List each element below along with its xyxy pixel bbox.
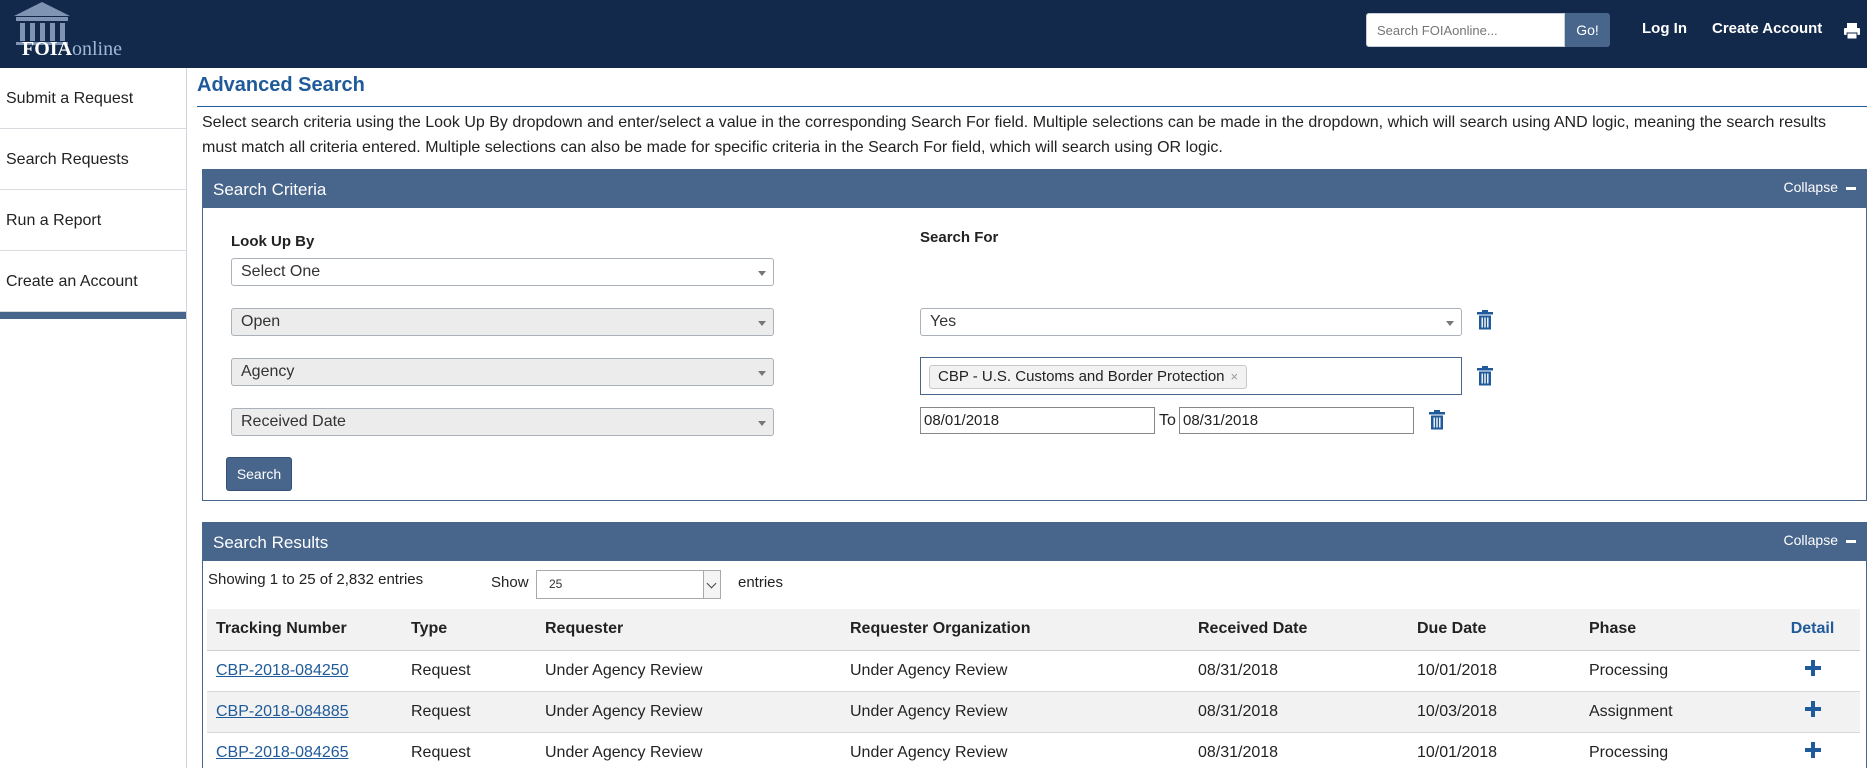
cell-requester: Under Agency Review (536, 732, 841, 768)
chevron-down-icon (758, 271, 766, 276)
cell-phase: Processing (1580, 650, 1765, 692)
lookup-select-agency[interactable]: Agency (231, 358, 774, 386)
cell-requester: Under Agency Review (536, 691, 841, 733)
date-to-label: To (1159, 412, 1176, 429)
tracking-link[interactable]: CBP-2018-084250 (216, 662, 349, 679)
table-row: CBP-2018-084885 Request Under Agency Rev… (207, 691, 1860, 733)
top-header: FOIAonline Go! Log In Create Account (0, 0, 1867, 68)
date-to-input[interactable]: 08/31/2018 (1179, 407, 1414, 434)
tracking-link[interactable]: CBP-2018-084885 (216, 703, 349, 720)
column-header-phase[interactable]: Phase (1580, 609, 1765, 651)
page-size-select[interactable]: 25 (536, 570, 721, 599)
open-value-select[interactable]: Yes (920, 308, 1462, 336)
sidebar-nav: Submit a Request Search Requests Run a R… (0, 68, 187, 768)
show-label: Show (491, 574, 529, 591)
cell-tracking: CBP-2018-084265 (207, 732, 402, 768)
agency-tag-input[interactable]: CBP - U.S. Customs and Border Protection… (920, 357, 1462, 395)
site-search-input[interactable] (1366, 13, 1565, 47)
cell-requester: Under Agency Review (536, 650, 841, 692)
chevron-down-icon (758, 371, 766, 376)
cell-received: 08/31/2018 (1189, 650, 1408, 692)
chevron-down-icon (1446, 321, 1454, 326)
cell-org: Under Agency Review (841, 732, 1189, 768)
page-title: Advanced Search (197, 74, 365, 96)
sidebar-item-submit-request[interactable]: Submit a Request (0, 68, 186, 129)
lookup-select-received-date[interactable]: Received Date (231, 408, 774, 436)
results-collapse-button[interactable]: Collapse (1784, 532, 1856, 548)
trash-icon[interactable] (1477, 366, 1493, 386)
cell-tracking: CBP-2018-084885 (207, 691, 402, 733)
trash-icon[interactable] (1477, 310, 1493, 330)
plus-icon[interactable] (1804, 742, 1821, 758)
column-header-requester[interactable]: Requester (536, 609, 841, 651)
table-row: CBP-2018-084265 Request Under Agency Rev… (207, 732, 1860, 768)
cell-detail (1765, 650, 1860, 692)
search-results-title: Search Results (213, 533, 329, 552)
cell-detail (1765, 691, 1860, 733)
cell-received: 08/31/2018 (1189, 691, 1408, 733)
plus-icon[interactable] (1804, 701, 1821, 717)
sidebar-item-create-account[interactable]: Create an Account (0, 251, 186, 312)
sidebar-item-search-requests[interactable]: Search Requests (0, 129, 186, 190)
tracking-link[interactable]: CBP-2018-084265 (216, 744, 349, 761)
go-button[interactable]: Go! (1565, 13, 1610, 47)
tag-remove-icon[interactable]: × (1231, 369, 1239, 384)
title-divider (197, 106, 1867, 107)
cell-type: Request (402, 650, 536, 692)
chevron-down-icon (758, 421, 766, 426)
search-for-label: Search For (920, 229, 999, 246)
logo-wordmark[interactable]: FOIAonline (22, 38, 122, 61)
plus-icon[interactable] (1804, 660, 1821, 676)
minus-icon (1846, 539, 1856, 543)
column-header-org[interactable]: Requester Organization (841, 609, 1189, 651)
login-link[interactable]: Log In (1642, 20, 1687, 37)
sidebar-accent-bar (0, 312, 186, 319)
column-header-detail: Detail (1765, 609, 1860, 651)
chevron-down-icon (758, 321, 766, 326)
cell-tracking: CBP-2018-084250 (207, 650, 402, 692)
trash-icon[interactable] (1429, 410, 1445, 430)
search-button[interactable]: Search (226, 457, 292, 491)
intro-text: Select search criteria using the Look Up… (202, 114, 1826, 156)
cell-org: Under Agency Review (841, 691, 1189, 733)
cell-received: 08/31/2018 (1189, 732, 1408, 768)
cell-detail (1765, 732, 1860, 768)
agency-tag: CBP - U.S. Customs and Border Protection… (929, 365, 1248, 389)
sidebar-item-run-report[interactable]: Run a Report (0, 190, 186, 251)
cell-due: 10/01/2018 (1408, 650, 1580, 692)
results-count-text: Showing 1 to 25 of 2,832 entries (208, 571, 424, 588)
cell-type: Request (402, 691, 536, 733)
cell-org: Under Agency Review (841, 650, 1189, 692)
criteria-collapse-button[interactable]: Collapse (1784, 179, 1856, 195)
search-results-header: Search Results Collapse (203, 523, 1866, 561)
cell-phase: Assignment (1580, 691, 1765, 733)
minus-icon (1846, 186, 1856, 190)
search-criteria-title: Search Criteria (213, 180, 327, 199)
date-from-input[interactable]: 08/01/2018 (920, 407, 1155, 434)
search-criteria-header: Search Criteria Collapse (203, 170, 1866, 208)
column-header-type[interactable]: Type (402, 609, 536, 651)
results-table: Tracking Number Type Requester Requester… (207, 609, 1860, 768)
column-header-due[interactable]: Due Date (1408, 609, 1580, 651)
column-header-tracking[interactable]: Tracking Number (207, 609, 402, 651)
cell-due: 10/01/2018 (1408, 732, 1580, 768)
chevron-down-icon (703, 571, 720, 598)
lookup-select-open[interactable]: Open (231, 308, 774, 336)
printer-icon[interactable] (1843, 22, 1861, 40)
create-account-link[interactable]: Create Account (1712, 20, 1822, 37)
column-header-received[interactable]: Received Date (1189, 609, 1408, 651)
lookup-select-new[interactable]: Select One (231, 258, 774, 286)
table-header-row: Tracking Number Type Requester Requester… (207, 609, 1860, 651)
cell-type: Request (402, 732, 536, 768)
table-row: CBP-2018-084250 Request Under Agency Rev… (207, 650, 1860, 692)
cell-due: 10/03/2018 (1408, 691, 1580, 733)
entries-label: entries (738, 574, 784, 591)
cell-phase: Processing (1580, 732, 1765, 768)
lookup-by-label: Look Up By (231, 233, 315, 250)
